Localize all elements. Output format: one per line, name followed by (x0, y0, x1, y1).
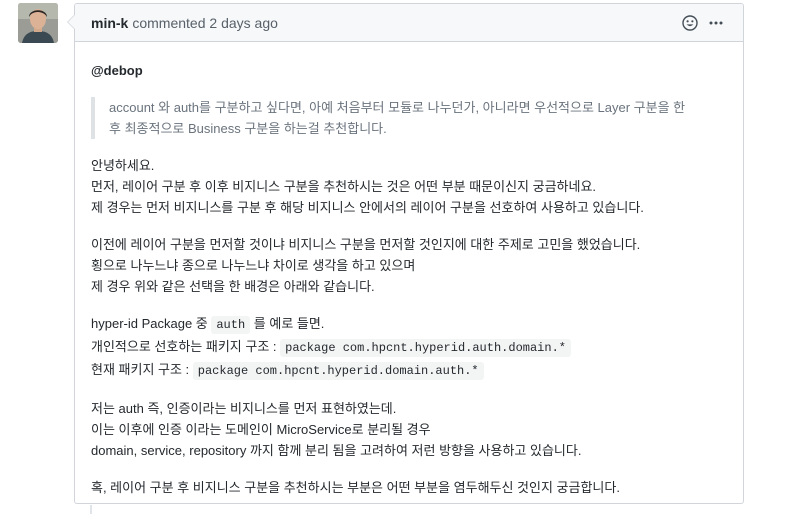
comment-box: min-k commented 2 days ago @debop accoun… (67, 3, 744, 504)
paragraph: hyper-id Package 중 auth 를 예로 들면. 개인적으로 선… (91, 313, 727, 382)
comment-menu-button[interactable] (705, 12, 727, 34)
comment-body: @debop account 와 auth를 구분하고 싶다면, 아예 처음부터… (75, 42, 743, 498)
text-fragment: 개인적으로 선호하는 패키지 구조 : (91, 339, 281, 354)
inline-code: package com.hpcnt.hyperid.domain.auth.* (192, 362, 484, 380)
text-line: 저는 auth 즉, 인증이라는 비지니스를 먼저 표현하였는데. (91, 401, 397, 416)
text-line: 이전에 레이어 구분을 먼저할 것이냐 비지니스 구분을 먼저할 것인지에 대한… (91, 237, 641, 252)
inline-code: package com.hpcnt.hyperid.auth.domain.* (280, 339, 571, 357)
text-line: 제 경우는 먼저 비지니스를 구분 후 해당 비지니스 안에서의 레이어 구분을… (91, 200, 644, 215)
text-line: 횡으로 나누느냐 종으로 나누느냐 차이로 생각을 하고 있으며 (91, 258, 416, 273)
text-line: 안녕하세요. (91, 158, 155, 173)
text-line: 이는 이후에 인증 이라는 도메인이 MicroService로 분리될 경우 (91, 422, 431, 437)
user-mention[interactable]: @debop (91, 60, 727, 81)
text-line: 혹, 레이어 구분 후 비지니스 구분을 추천하시는 부분은 어떤 부분을 염두… (91, 480, 620, 495)
paragraph: 안녕하세요. 먼저, 레이어 구분 후 이후 비지니스 구분을 추천하시는 것은… (91, 155, 727, 218)
quote-block: account 와 auth를 구분하고 싶다면, 아예 처음부터 모듈로 나누… (91, 97, 727, 139)
kebab-icon (709, 21, 723, 24)
text-line: 먼저, 레이어 구분 후 이후 비지니스 구분을 추천하시는 것은 어떤 부분 … (91, 179, 597, 194)
avatar-image (18, 3, 58, 43)
comment-action: commented (132, 14, 206, 31)
timeline-line (90, 505, 92, 514)
text-line: domain, service, repository 까지 함께 분리 됨을 … (91, 443, 582, 458)
inline-code: auth (211, 316, 251, 334)
quote-line: 후 최종적으로 Business 구분을 하는걸 추천합니다. (109, 121, 387, 136)
paragraph: 저는 auth 즉, 인증이라는 비지니스를 먼저 표현하였는데. 이는 이후에… (91, 398, 727, 461)
add-reaction-button[interactable] (679, 12, 701, 34)
text-fragment: hyper-id Package 중 (91, 316, 212, 331)
comment-header: min-k commented 2 days ago (75, 4, 743, 42)
comment-timestamp[interactable]: 2 days ago (209, 15, 278, 31)
avatar[interactable] (18, 3, 58, 43)
author-link[interactable]: min-k (91, 15, 128, 31)
text-line: 제 경우 위와 같은 선택을 한 배경은 아래와 같습니다. (91, 279, 375, 294)
paragraph: 혹, 레이어 구분 후 비지니스 구분을 추천하시는 부분은 어떤 부분을 염두… (91, 477, 727, 498)
text-fragment: 현재 패키지 구조 : (91, 362, 193, 377)
text-fragment: 를 예로 들면. (250, 316, 325, 331)
quote-line: account 와 auth를 구분하고 싶다면, 아예 처음부터 모듈로 나누… (109, 100, 686, 115)
paragraph: 이전에 레이어 구분을 먼저할 것이냐 비지니스 구분을 먼저할 것인지에 대한… (91, 234, 727, 297)
smiley-icon (682, 14, 698, 31)
